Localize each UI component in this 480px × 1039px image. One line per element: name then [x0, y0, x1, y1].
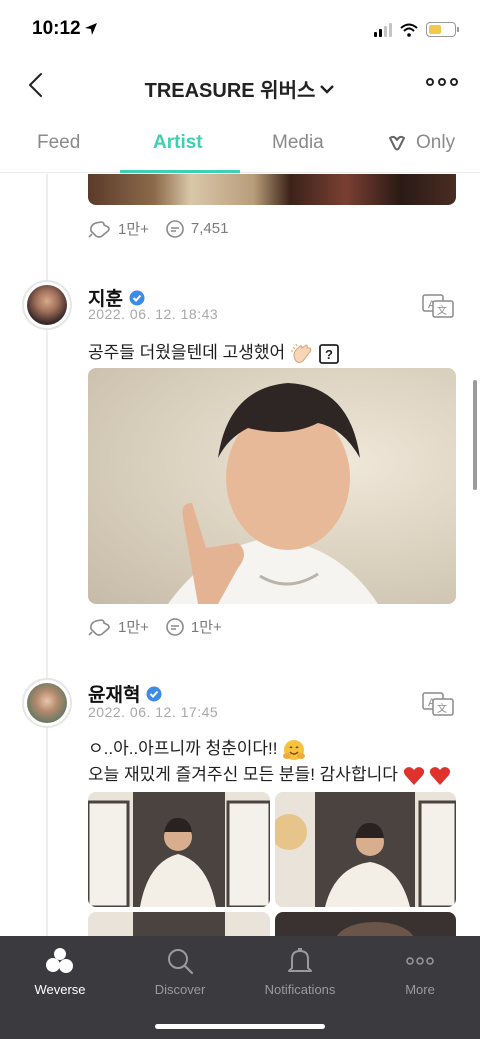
red-heart-icon	[430, 766, 451, 785]
like-stat[interactable]: 1만+	[88, 218, 149, 239]
scrollbar[interactable]	[473, 380, 477, 490]
translate-icon[interactable]: A 文	[422, 294, 454, 318]
nav-bar: TREASURE 위버스	[0, 62, 480, 110]
cheer-icon	[88, 220, 110, 238]
post-date: 2022. 06. 12. 18:43	[88, 306, 219, 322]
bottom-tab-bar: Weverse Discover Notifications More	[0, 936, 480, 1039]
bottom-tab-more[interactable]: More	[360, 946, 480, 997]
comment-stat[interactable]: 7,451	[165, 219, 229, 239]
tab-only-label: Only	[416, 132, 456, 153]
cheer-icon	[88, 618, 110, 636]
post-stats: 1만+ 7,451	[88, 218, 228, 239]
bottom-tab-notifications[interactable]: Notifications	[240, 946, 360, 997]
comment-stat[interactable]: 1만+	[165, 616, 222, 637]
post-text: 공주들 더웠을텐데 고생했어 ?	[88, 340, 339, 366]
bottom-tab-label: Discover	[154, 982, 206, 997]
like-count: 1만+	[118, 221, 149, 238]
feed[interactable]: 1만+ 7,451 지훈 2022. 06. 12. 18:43 A 文 공주들…	[0, 174, 480, 936]
post-text: ㅇ..아..아프니까 청춘이다!! 오늘 재밌게 즐겨주신 모든 분들! 감사합…	[88, 736, 451, 788]
tab-artist[interactable]: Artist	[153, 132, 203, 154]
chevron-down-icon	[320, 84, 335, 94]
tab-feed[interactable]: Feed	[37, 132, 80, 154]
like-count: 1만+	[118, 619, 149, 636]
clapping-hands-icon	[290, 343, 312, 363]
comment-icon	[166, 617, 184, 636]
post-stats: 1만+ 1만+	[88, 616, 222, 637]
verified-badge-icon	[129, 290, 145, 305]
comment-count: 1만+	[190, 619, 222, 636]
post-photo[interactable]	[88, 368, 456, 604]
comment-icon	[166, 219, 184, 238]
post-photo-grid-1[interactable]	[88, 792, 270, 907]
search-icon	[168, 949, 194, 975]
bottom-tab-discover[interactable]: Discover	[120, 946, 240, 997]
wifi-icon	[400, 23, 418, 37]
post-photo-grid-2[interactable]	[275, 792, 456, 907]
unknown-emoji-icon: ?	[318, 343, 339, 364]
community-title-dropdown[interactable]: TREASURE 위버스	[145, 74, 336, 103]
bottom-tab-label: Notifications	[264, 982, 336, 997]
battery-icon	[426, 22, 459, 37]
bottom-tab-weverse[interactable]: Weverse	[0, 946, 120, 997]
status-time: 10:12	[32, 18, 81, 39]
avatar[interactable]	[22, 280, 72, 330]
status-indicators	[374, 22, 459, 37]
weverse-icon	[46, 948, 73, 973]
translate-icon[interactable]: A 文	[422, 692, 454, 716]
location-arrow-icon	[85, 23, 97, 35]
status-bar: 10:12	[0, 0, 480, 62]
comment-count: 7,451	[190, 220, 229, 237]
community-title: TREASURE 위버스	[144, 80, 316, 102]
svg-text:文: 文	[437, 702, 447, 715]
verified-badge-icon	[146, 686, 162, 701]
post-photo-grid-3[interactable]	[88, 912, 270, 936]
tab-bar-top: Feed Artist Media Only	[0, 118, 480, 173]
cellular-signal-icon	[374, 22, 392, 37]
photo-content	[168, 383, 378, 604]
avatar[interactable]	[22, 678, 72, 728]
weverse-only-icon	[389, 135, 405, 151]
red-heart-icon	[403, 766, 424, 785]
bottom-tab-label: Weverse	[34, 982, 86, 997]
home-indicator[interactable]	[155, 1024, 325, 1029]
post-author[interactable]: 윤재혁	[88, 680, 162, 707]
tab-only[interactable]: Only	[386, 132, 455, 154]
bottom-tab-label: More	[405, 982, 435, 997]
svg-text:?: ?	[325, 347, 333, 362]
hugging-face-icon	[283, 739, 306, 760]
post-image-partial[interactable]	[88, 174, 456, 205]
svg-text:文: 文	[437, 304, 447, 317]
post-date: 2022. 06. 12. 17:45	[88, 704, 219, 720]
author-name: 윤재혁	[88, 685, 141, 706]
bell-icon	[288, 948, 312, 972]
more-options-button[interactable]	[426, 78, 458, 86]
tab-media[interactable]: Media	[272, 132, 324, 154]
like-stat[interactable]: 1만+	[88, 616, 149, 637]
active-tab-indicator	[120, 170, 240, 173]
post-photo-grid-4[interactable]	[275, 912, 456, 936]
more-dots-icon	[406, 957, 434, 965]
